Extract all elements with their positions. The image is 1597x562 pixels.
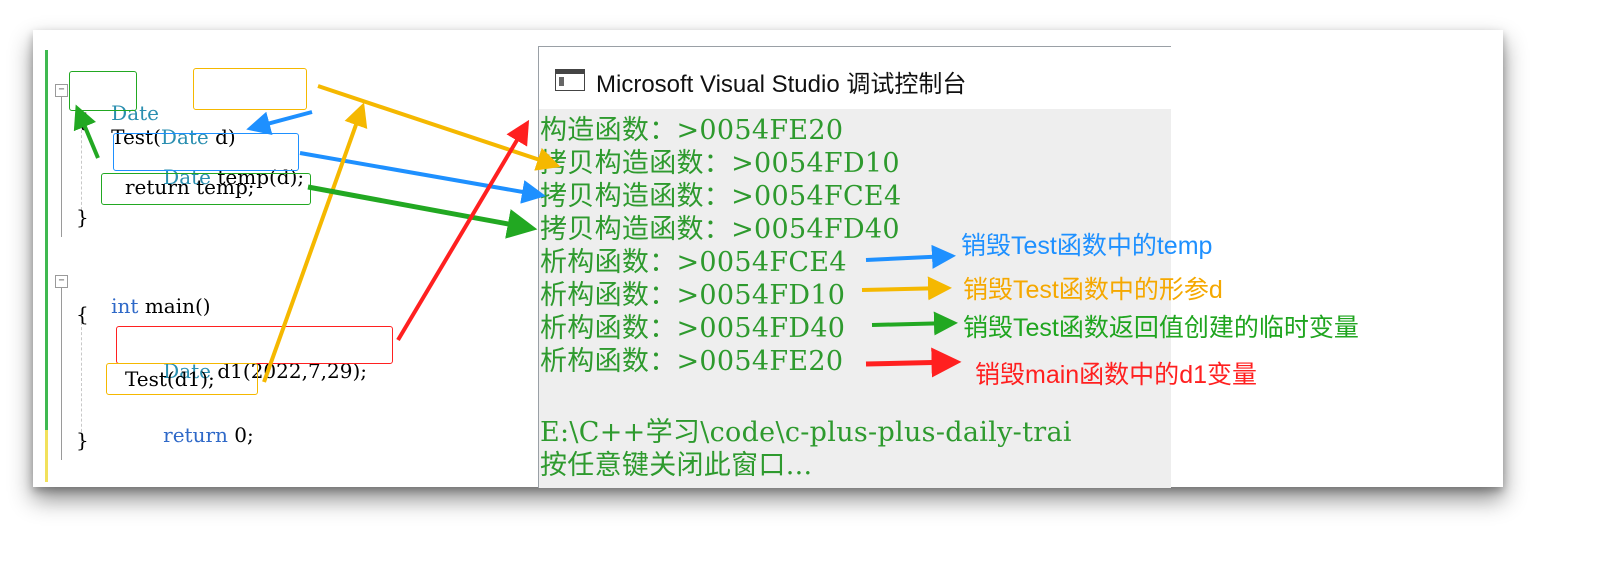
change-bar-saved <box>45 50 48 445</box>
console-title: Microsoft Visual Studio 调试控制台 <box>596 71 967 98</box>
annotation-destroy-temp: 销毁Test函数中的temp <box>961 232 1213 260</box>
code-line-10[interactable]: return 0; <box>125 399 254 471</box>
code-editor: − − Date Test(Date d) { Date temp(d); re… <box>33 30 538 487</box>
collapse-toggle-test[interactable]: − <box>55 84 68 97</box>
debug-console-window[interactable]: Microsoft Visual Studio 调试控制台 构造函数：>0054… <box>538 46 1171 488</box>
keyword-int: int <box>111 294 139 318</box>
annotation-destroy-param-d: 销毁Test函数中的形参d <box>963 276 1223 304</box>
highlight-param <box>193 68 307 110</box>
fold-bracket-test <box>61 97 62 237</box>
highlight-return-temp <box>101 173 311 205</box>
code-line-2[interactable]: { <box>76 108 89 132</box>
collapse-toggle-main[interactable]: − <box>55 275 68 288</box>
highlight-d1-decl <box>116 326 393 364</box>
console-app-icon <box>555 69 585 91</box>
highlight-temp-decl <box>113 133 299 171</box>
highlight-test-call <box>106 363 258 395</box>
console-line: 析构函数：>0054FE20 <box>540 346 844 377</box>
highlight-return-type <box>69 71 137 111</box>
code-line-5[interactable]: } <box>76 205 89 229</box>
code-text: main() <box>138 294 211 318</box>
keyword-return: return <box>163 423 228 447</box>
code-line-7[interactable]: { <box>76 302 89 326</box>
annotation-destroy-d1: 销毁main函数中的d1变量 <box>975 361 1257 389</box>
change-bar-unsaved <box>45 430 48 482</box>
code-text: 0; <box>227 423 254 447</box>
console-title-bar[interactable]: Microsoft Visual Studio 调试控制台 <box>539 47 1171 109</box>
screenshot-card: − − Date Test(Date d) { Date temp(d); re… <box>33 30 1503 488</box>
code-line-11[interactable]: } <box>76 428 89 452</box>
annotation-destroy-return-temp: 销毁Test函数返回值创建的临时变量 <box>963 314 1359 342</box>
console-line: 按任意键关闭此窗口... <box>540 450 813 481</box>
fold-bracket-main <box>61 288 62 460</box>
